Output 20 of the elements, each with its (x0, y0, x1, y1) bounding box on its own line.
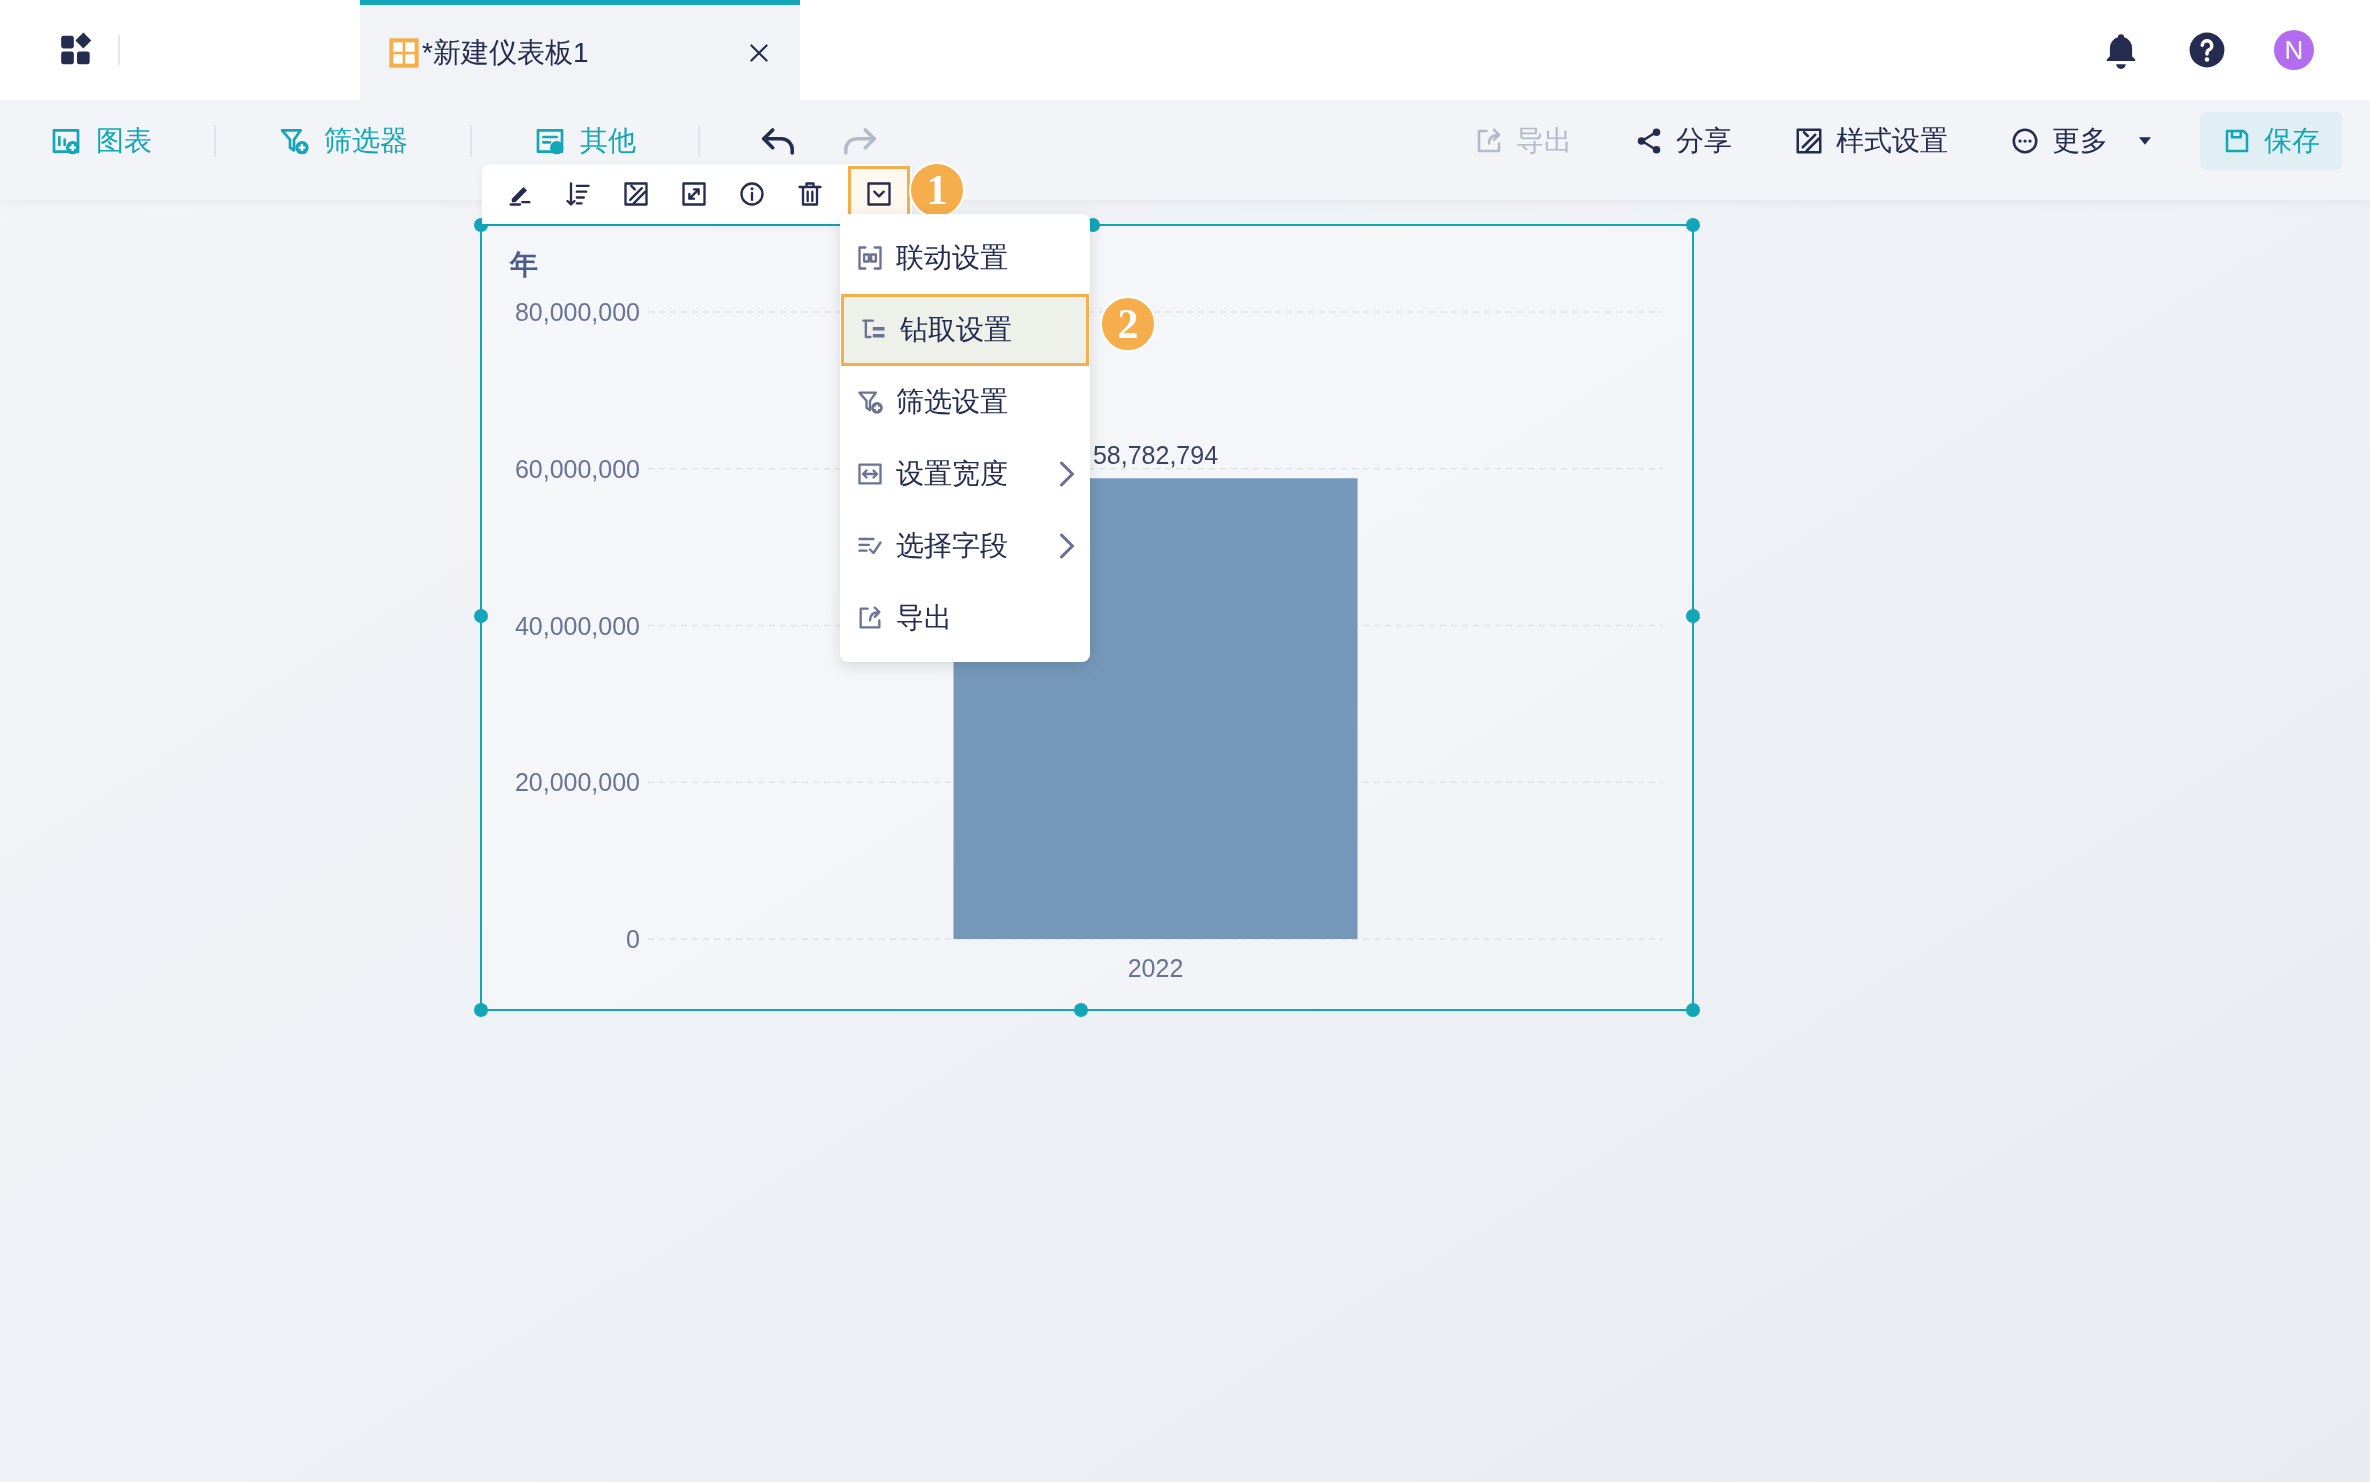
x-axis-label: 2022 (1127, 954, 1184, 982)
menu-item[interactable]: 选择字段 (840, 510, 1090, 582)
style-button[interactable]: 样式设置 (1794, 120, 1948, 162)
menu-item[interactable]: 筛选设置 (840, 366, 1090, 438)
tab-title: *新建仪表板1 (422, 35, 589, 70)
menu-item[interactable]: 联动设置 (840, 222, 1090, 294)
chart-title: 年 (510, 248, 538, 282)
y-axis-label: 20,000,000 (514, 768, 640, 797)
value-label: 58,782,794 (1092, 441, 1219, 470)
menu-item[interactable]: 钻取设置 (841, 294, 1089, 366)
more-button[interactable]: 更多 (2010, 120, 2154, 162)
y-axis-label: 80,000,000 (514, 298, 640, 326)
dashboard-tab[interactable]: *新建仪表板1 (360, 0, 800, 100)
menu-item[interactable]: 导出 (840, 582, 1090, 654)
share-button[interactable]: 分享 (1634, 120, 1732, 162)
y-axis-label: 40,000,000 (514, 611, 640, 640)
step-badge: 2 (1100, 296, 1156, 352)
y-axis-label: 0 (626, 925, 640, 953)
y-axis-label: 60,000,000 (514, 454, 640, 483)
menu-item[interactable]: 设置宽度 (840, 438, 1090, 510)
